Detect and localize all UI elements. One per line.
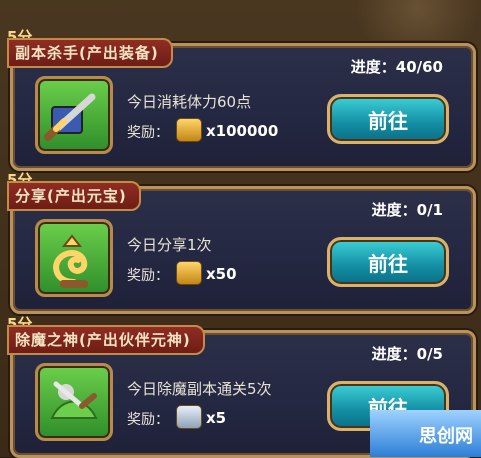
task-description: 今日除魔副本通关5次 bbox=[127, 380, 272, 398]
spirit-crystal-icon bbox=[176, 405, 202, 429]
gold-ingot-icon bbox=[176, 261, 202, 285]
reward-label: 奖励： bbox=[127, 125, 169, 141]
go-button[interactable]: 前往 bbox=[327, 94, 449, 144]
reward-label: 奖励： bbox=[127, 268, 169, 284]
sword-and-book-icon bbox=[35, 76, 113, 154]
watermark-text: 思创网 bbox=[419, 426, 473, 447]
task-card-2: 5分 分享(产出元宝) 进度：0/1 今日分享1次 奖励： x50 前往 bbox=[7, 171, 476, 314]
task-progress: 进度：0/5 bbox=[371, 345, 443, 363]
share-swirl-icon bbox=[35, 219, 113, 297]
task-title-banner: 副本杀手(产出装备) bbox=[7, 38, 173, 68]
reward-amount: x50 bbox=[206, 265, 237, 283]
gold-coin-icon bbox=[176, 118, 202, 142]
go-button[interactable]: 前往 bbox=[327, 237, 449, 287]
reward-amount: x5 bbox=[206, 409, 227, 427]
demon-slayer-scene-icon bbox=[35, 363, 113, 441]
task-description: 今日消耗体力60点 bbox=[127, 93, 252, 111]
task-title-banner: 除魔之神(产出伙伴元神) bbox=[7, 325, 205, 355]
task-progress: 进度：0/1 bbox=[371, 201, 443, 219]
task-title-banner: 分享(产出元宝) bbox=[7, 181, 141, 211]
reward-label: 奖励： bbox=[127, 412, 169, 428]
task-description: 今日分享1次 bbox=[127, 236, 212, 254]
watermark: 思创网 bbox=[370, 410, 481, 457]
reward-amount: x100000 bbox=[206, 122, 279, 140]
task-card-1: 5分 副本杀手(产出装备) 进度：40/60 今日消耗体力60点 奖励： x10… bbox=[7, 28, 476, 171]
task-progress: 进度：40/60 bbox=[350, 58, 443, 76]
